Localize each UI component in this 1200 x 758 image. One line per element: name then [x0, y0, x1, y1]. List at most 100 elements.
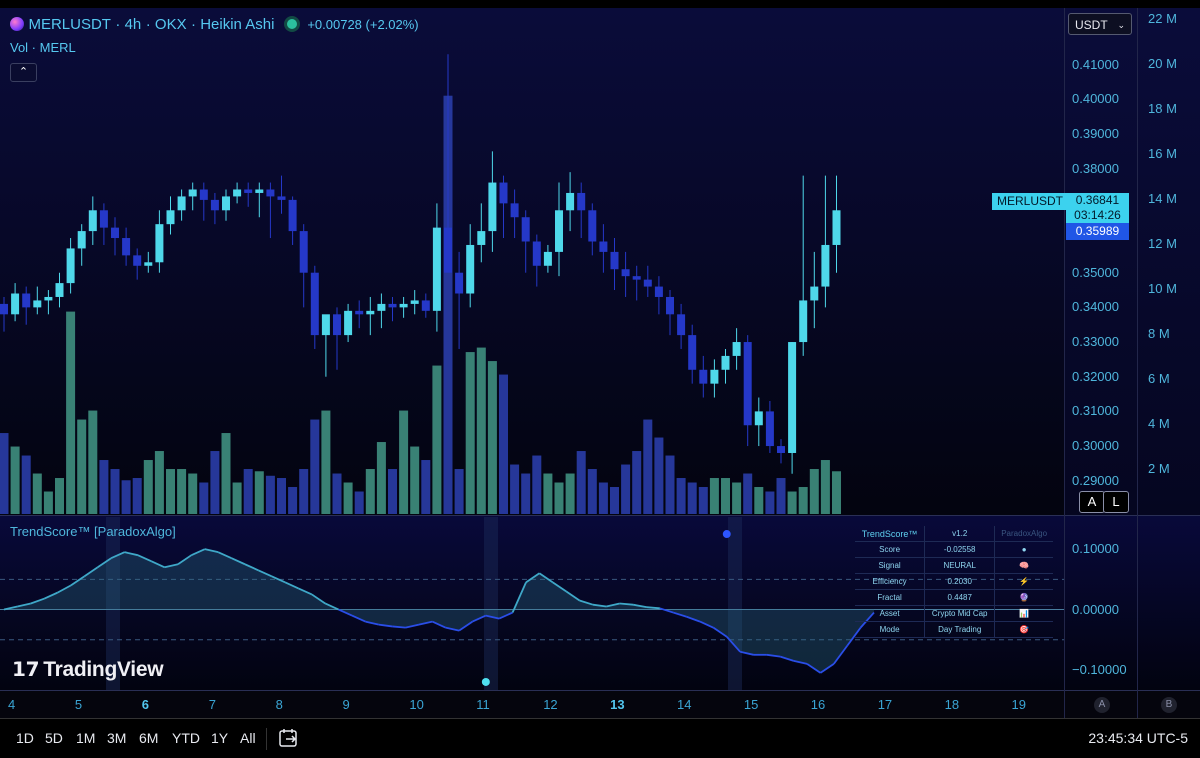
time-tick-label: 14: [677, 697, 692, 712]
volume-tick-label: 20 M: [1148, 56, 1177, 72]
volume-bar: [610, 487, 619, 514]
exchange-label: OKX: [154, 16, 187, 33]
calendar-goto-icon: [279, 729, 297, 747]
merlin-logo-icon: [10, 17, 24, 31]
range-button-all[interactable]: All: [240, 730, 256, 746]
volume-bar: [820, 460, 830, 514]
volume-bar: [654, 437, 664, 514]
candle-body: [588, 210, 597, 242]
table-cell-icon: ⚡: [994, 573, 1053, 590]
volume-bar: [576, 451, 586, 514]
volume-legend[interactable]: Vol · MERL: [10, 40, 76, 55]
volume-bar: [254, 471, 264, 514]
range-button-1m[interactable]: 1M: [76, 730, 95, 746]
range-button-5d[interactable]: 5D: [45, 730, 63, 746]
volume-bar: [210, 451, 220, 514]
currency-select[interactable]: USDT ⌄: [1068, 13, 1132, 35]
candle-body: [355, 310, 364, 315]
price-tick-label: 0.34000: [1072, 299, 1119, 315]
volume-bar: [221, 433, 231, 514]
candle-body: [466, 244, 475, 294]
range-button-3m[interactable]: 3M: [107, 730, 126, 746]
candle-body: [33, 300, 42, 308]
table-cell-value: 0.4487: [924, 589, 995, 606]
volume-bar: [21, 455, 31, 514]
scale-a-button[interactable]: A: [1094, 697, 1110, 713]
tradingview-logo[interactable]: 𝟭𝟳 TradingView: [12, 657, 164, 682]
price-tick-label: 0.30000: [1072, 438, 1119, 454]
volume-bar: [698, 487, 708, 514]
volume-tick-label: 22 M: [1148, 11, 1177, 27]
candle-body: [266, 189, 275, 197]
volume-bar: [66, 311, 76, 514]
chart-style-label[interactable]: Heikin Ashi: [200, 16, 274, 33]
candle-body: [677, 314, 686, 336]
volume-bar: [798, 487, 808, 514]
volume-bar: [754, 487, 764, 514]
trendscore-line: [646, 606, 660, 610]
candle-body: [199, 189, 208, 200]
table-row: Asset Crypto Mid Cap 📊: [855, 605, 1053, 622]
chevron-up-icon: ⌃: [18, 66, 29, 78]
table-cell-label: Asset: [855, 605, 925, 622]
chart-window: MERLUSDT · 4h · OKX · Heikin Ashi +0.007…: [0, 0, 1200, 758]
scale-b-button[interactable]: B: [1161, 697, 1177, 713]
volume-bar: [554, 482, 564, 514]
candle-body: [399, 303, 408, 308]
price-tick-label: 0.38000: [1072, 160, 1119, 176]
volume-bar: [399, 410, 409, 514]
price-tick-label: 0.31000: [1072, 403, 1119, 419]
price-tick-label: 0.29000: [1072, 472, 1119, 488]
candle-body: [22, 293, 31, 308]
volume-bar: [421, 460, 431, 514]
collapse-legend-button[interactable]: ⌃: [10, 63, 37, 82]
volume-bar: [77, 419, 87, 514]
time-tick-label: 7: [208, 697, 216, 712]
time-tick-label: 16: [810, 697, 826, 712]
candle-body: [188, 189, 197, 197]
volume-bar: [32, 473, 42, 514]
volume-bar: [532, 455, 542, 514]
range-button-1d[interactable]: 1D: [16, 730, 34, 746]
table-row: Signal NEURAL 🧠: [855, 557, 1053, 574]
time-tick-label: 6: [141, 697, 150, 712]
goto-date-button[interactable]: [278, 727, 300, 754]
volume-bar: [676, 478, 686, 514]
volume-bar: [310, 419, 320, 514]
auto-scale-button[interactable]: A: [1079, 491, 1105, 513]
signal-highlight: [484, 517, 498, 690]
indicator-title[interactable]: TrendScore™ [ParadoxAlgo]: [10, 524, 176, 539]
signal-dot: [481, 677, 490, 686]
volume-bar: [143, 460, 153, 514]
candle-body: [333, 314, 341, 336]
volume-bar: [188, 473, 198, 514]
table-row: Fractal 0.4487 🔮: [855, 589, 1053, 606]
symbol-name[interactable]: MERLUSDT: [28, 16, 111, 33]
indicator-tick-label: 0.10000: [1072, 541, 1119, 557]
table-cell-label: Score: [855, 541, 925, 558]
volume-bar: [732, 482, 742, 514]
range-button-ytd[interactable]: YTD: [172, 730, 200, 746]
clock-timezone[interactable]: 23:45:34 UTC-5: [1088, 730, 1188, 746]
candle-body: [521, 217, 530, 242]
table-cell-value: Day Trading: [924, 621, 995, 638]
volume-tick-label: 10 M: [1148, 281, 1177, 297]
table-row: Score -0.02558 ●: [855, 541, 1053, 558]
volume-bar: [643, 419, 653, 514]
candle-body: [133, 255, 142, 266]
price-tick-label: 0.33000: [1072, 334, 1119, 350]
trendscore-line: [619, 602, 634, 606]
interval-label[interactable]: 4h: [125, 16, 142, 33]
symbol-header[interactable]: MERLUSDT · 4h · OKX · Heikin Ashi +0.007…: [10, 16, 419, 34]
volume-bar: [299, 469, 309, 514]
volume-tick-label: 4 M: [1148, 416, 1170, 432]
volume-bar: [721, 478, 730, 514]
range-button-1y[interactable]: 1Y: [211, 730, 228, 746]
volume-bar: [565, 473, 575, 514]
volume-bar: [809, 469, 819, 514]
candle-body: [388, 303, 397, 308]
range-button-6m[interactable]: 6M: [139, 730, 158, 746]
indicator-tick-label: 0.00000: [1072, 601, 1119, 617]
log-scale-button[interactable]: L: [1103, 491, 1129, 513]
volume-bar: [332, 473, 342, 514]
